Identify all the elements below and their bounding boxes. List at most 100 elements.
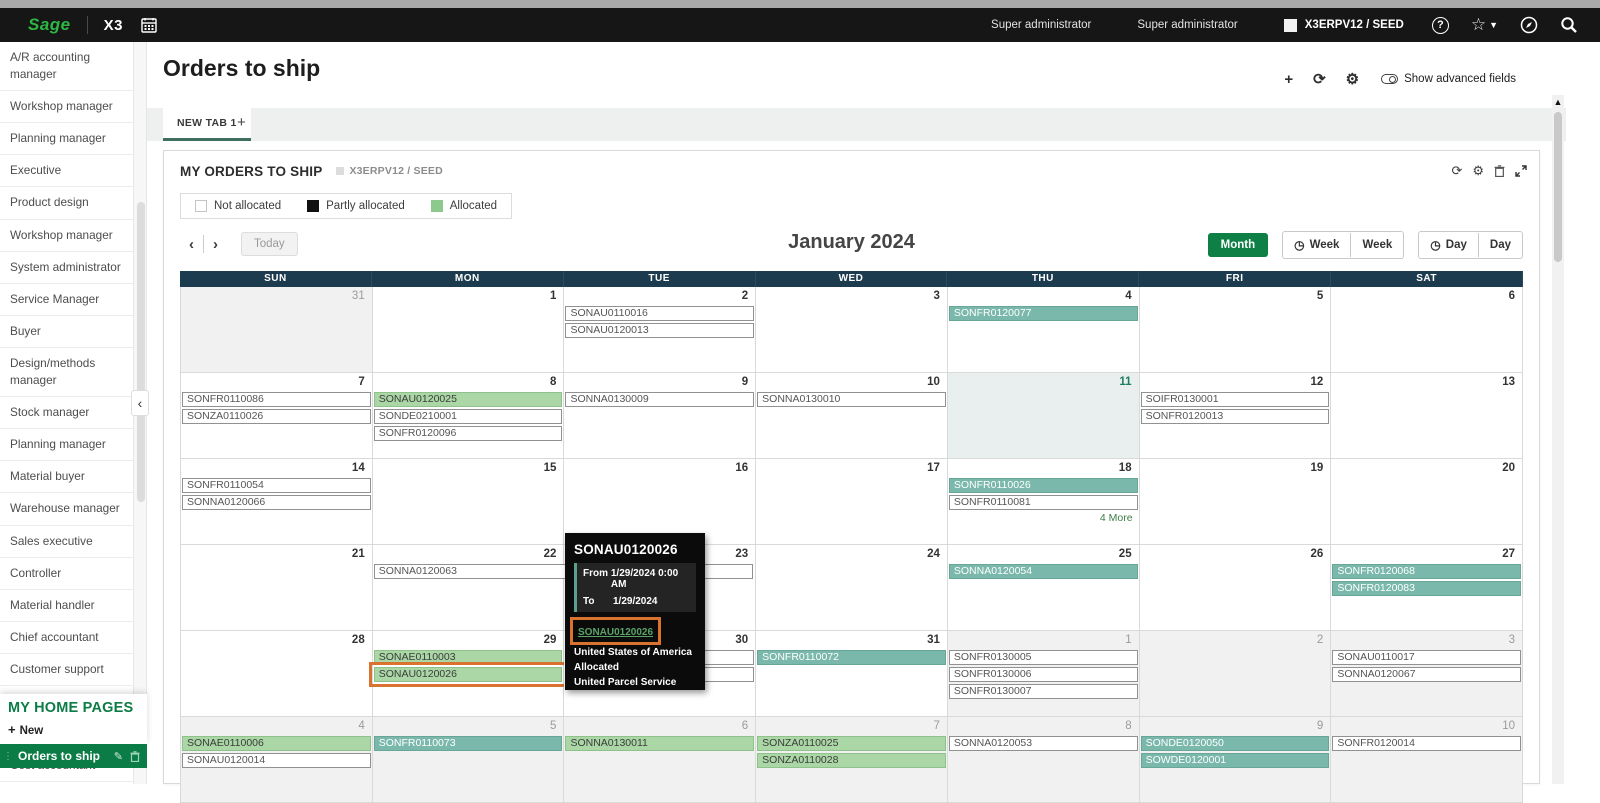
- calendar-event[interactable]: SONNA0120067: [1332, 667, 1521, 682]
- calendar-event[interactable]: SONAU0120025: [374, 392, 563, 407]
- user-name[interactable]: Super administrator: [1137, 19, 1237, 31]
- day-cell[interactable]: 7SONFR0110086SONZA0110026: [181, 373, 373, 459]
- add-icon[interactable]: +: [1284, 71, 1293, 88]
- sidebar-item[interactable]: Workshop manager: [0, 220, 133, 252]
- sidebar-item[interactable]: Planning manager: [0, 123, 133, 155]
- tooltip-order-link[interactable]: SONAU0120026: [578, 627, 653, 638]
- day-cell[interactable]: 6SONNA0130011: [564, 717, 756, 803]
- navigation-compass-icon[interactable]: [1520, 16, 1538, 34]
- view-week-button[interactable]: Week: [1350, 233, 1403, 257]
- sidebar-item[interactable]: Planning manager: [0, 429, 133, 461]
- calendar-event[interactable]: SONFR0120096: [374, 426, 563, 441]
- calendar-event[interactable]: SONFR0110086: [182, 392, 371, 407]
- calendar-event[interactable]: SONFR0120013: [1141, 409, 1330, 424]
- day-cell[interactable]: 10SONFR0120014: [1331, 717, 1523, 803]
- sage-logo[interactable]: Sage: [28, 15, 71, 35]
- user-role[interactable]: Super administrator: [991, 19, 1091, 31]
- sidebar-scrollbar-thumb[interactable]: [137, 202, 145, 502]
- widget-trash-icon[interactable]: [1494, 165, 1505, 177]
- view-month-button[interactable]: Month: [1208, 233, 1268, 257]
- day-cell[interactable]: 26: [1140, 545, 1332, 631]
- day-cell[interactable]: 25SONNA0120054: [948, 545, 1140, 631]
- day-cell[interactable]: 8SONAU0120025SONDE0210001SONFR0120096: [373, 373, 565, 459]
- calendar-event[interactable]: SONNA0130011: [565, 736, 754, 751]
- day-cell[interactable]: 11: [948, 373, 1140, 459]
- sidebar-item[interactable]: Stock manager: [0, 397, 133, 429]
- search-icon[interactable]: [1560, 16, 1578, 34]
- day-cell[interactable]: 19: [1140, 459, 1332, 545]
- calendar-event[interactable]: SONNA0120066: [182, 495, 371, 510]
- day-cell[interactable]: 17: [756, 459, 948, 545]
- scroll-up-icon[interactable]: ▲: [1552, 96, 1564, 108]
- calendar-event[interactable]: SONZA0110025: [757, 736, 946, 751]
- current-home-page[interactable]: ⋮ Orders to ship ✎: [0, 744, 147, 768]
- sidebar-item[interactable]: Customer support: [0, 654, 133, 686]
- day-cell[interactable]: 8SONNA0120053: [948, 717, 1140, 803]
- calendar-event[interactable]: SONAU0110017: [1332, 650, 1521, 665]
- calendar-event[interactable]: SONFR0120014: [1332, 736, 1521, 751]
- help-icon[interactable]: ?: [1432, 17, 1449, 34]
- sidebar-item[interactable]: Warehouse manager: [0, 493, 133, 525]
- favorites-icon[interactable]: ☆▼: [1471, 15, 1498, 35]
- sidebar-item[interactable]: Chief accountant: [0, 622, 133, 654]
- calendar-event[interactable]: SONNA0130010: [757, 392, 946, 407]
- sidebar-item[interactable]: Executive: [0, 155, 133, 187]
- sidebar-item[interactable]: Design/methods manager: [0, 348, 133, 397]
- day-cell[interactable]: 29SONAE0110003SONAU0120026: [373, 631, 565, 717]
- sidebar-item[interactable]: Controller: [0, 558, 133, 590]
- day-cell[interactable]: 2: [1140, 631, 1332, 717]
- calendar-event[interactable]: SONFR0130006: [949, 667, 1138, 682]
- calendar-event[interactable]: SONZA0110028: [757, 753, 946, 768]
- calendar-event[interactable]: SONAE0110003: [374, 650, 563, 665]
- calendar-event[interactable]: SONAU0110016: [565, 306, 754, 321]
- calendar-event[interactable]: SONFR0110072: [757, 650, 946, 665]
- day-cell[interactable]: 10SONNA0130010: [756, 373, 948, 459]
- calendar-event[interactable]: SONFR0120083: [1332, 581, 1521, 596]
- calendar-event[interactable]: SONNA0120053: [949, 736, 1138, 751]
- calendar-event[interactable]: SONFR0110026: [949, 478, 1138, 493]
- day-cell[interactable]: 31SONFR0110072: [756, 631, 948, 717]
- day-cell[interactable]: 18SONFR0110026SONFR01100814 More: [948, 459, 1140, 545]
- drag-handle-icon[interactable]: ⋮: [3, 751, 14, 762]
- edit-pencil-icon[interactable]: ✎: [114, 750, 123, 763]
- calendar-event[interactable]: SONZA0110026: [182, 409, 371, 424]
- day-cell[interactable]: 4SONAE0110006SONAU0120014: [181, 717, 373, 803]
- day-cell[interactable]: 9SONNA0130009: [564, 373, 756, 459]
- widget-refresh-icon[interactable]: ⟳: [1451, 163, 1462, 179]
- calendar-icon[interactable]: [141, 17, 157, 33]
- calendar-event[interactable]: SONAE0110006: [182, 736, 371, 751]
- day-cell[interactable]: 28: [181, 631, 373, 717]
- day-cell[interactable]: 24: [756, 545, 948, 631]
- day-cell[interactable]: 22SONNA0120063: [373, 545, 565, 631]
- sidebar-item[interactable]: Service Manager: [0, 284, 133, 316]
- sidebar-item[interactable]: Sales executive: [0, 526, 133, 558]
- calendar-event[interactable]: SONAU0120026: [374, 667, 563, 682]
- sidebar-item[interactable]: Buyer: [0, 316, 133, 348]
- calendar-event[interactable]: SOWDE0120001: [1141, 753, 1330, 768]
- sidebar-item[interactable]: Material buyer: [0, 461, 133, 493]
- show-advanced-fields-toggle[interactable]: Show advanced fields: [1381, 73, 1516, 85]
- calendar-event[interactable]: SONFR0110081: [949, 495, 1138, 510]
- calendar-event[interactable]: SONFR0120077: [949, 306, 1138, 321]
- day-cell[interactable]: 31: [181, 287, 373, 373]
- calendar-event[interactable]: SONDE0120050: [1141, 736, 1330, 751]
- day-cell[interactable]: 27SONFR0120068SONFR0120083: [1331, 545, 1523, 631]
- day-cell[interactable]: 2SONAU0110016SONAU0120013: [564, 287, 756, 373]
- calendar-event[interactable]: SONNA0120054: [949, 564, 1138, 579]
- more-events-link[interactable]: 4 More: [948, 512, 1139, 524]
- day-cell[interactable]: 3SONAU0110017SONNA0120067: [1331, 631, 1523, 717]
- calendar-event[interactable]: SONNA0130009: [565, 392, 754, 407]
- view-workweek-button[interactable]: ◷Week: [1283, 232, 1350, 258]
- add-tab-button[interactable]: +: [237, 114, 246, 131]
- calendar-event[interactable]: SONAU0120013: [565, 323, 754, 338]
- refresh-icon[interactable]: ⟳: [1313, 70, 1326, 88]
- sidebar-item[interactable]: Workshop manager: [0, 91, 133, 123]
- sidebar-collapse-icon[interactable]: ‹: [131, 390, 149, 416]
- calendar-event[interactable]: SONFR0130005: [949, 650, 1138, 665]
- delete-trash-icon[interactable]: [130, 751, 140, 762]
- calendar-event[interactable]: SONAU0120014: [182, 753, 371, 768]
- view-workday-button[interactable]: ◷Day: [1419, 232, 1478, 258]
- endpoint-label[interactable]: X3ERPV12 / SEED: [1305, 19, 1404, 31]
- day-cell[interactable]: 1SONFR0130005SONFR0130006SONFR0130007: [948, 631, 1140, 717]
- widget-gear-icon[interactable]: ⚙: [1472, 163, 1484, 179]
